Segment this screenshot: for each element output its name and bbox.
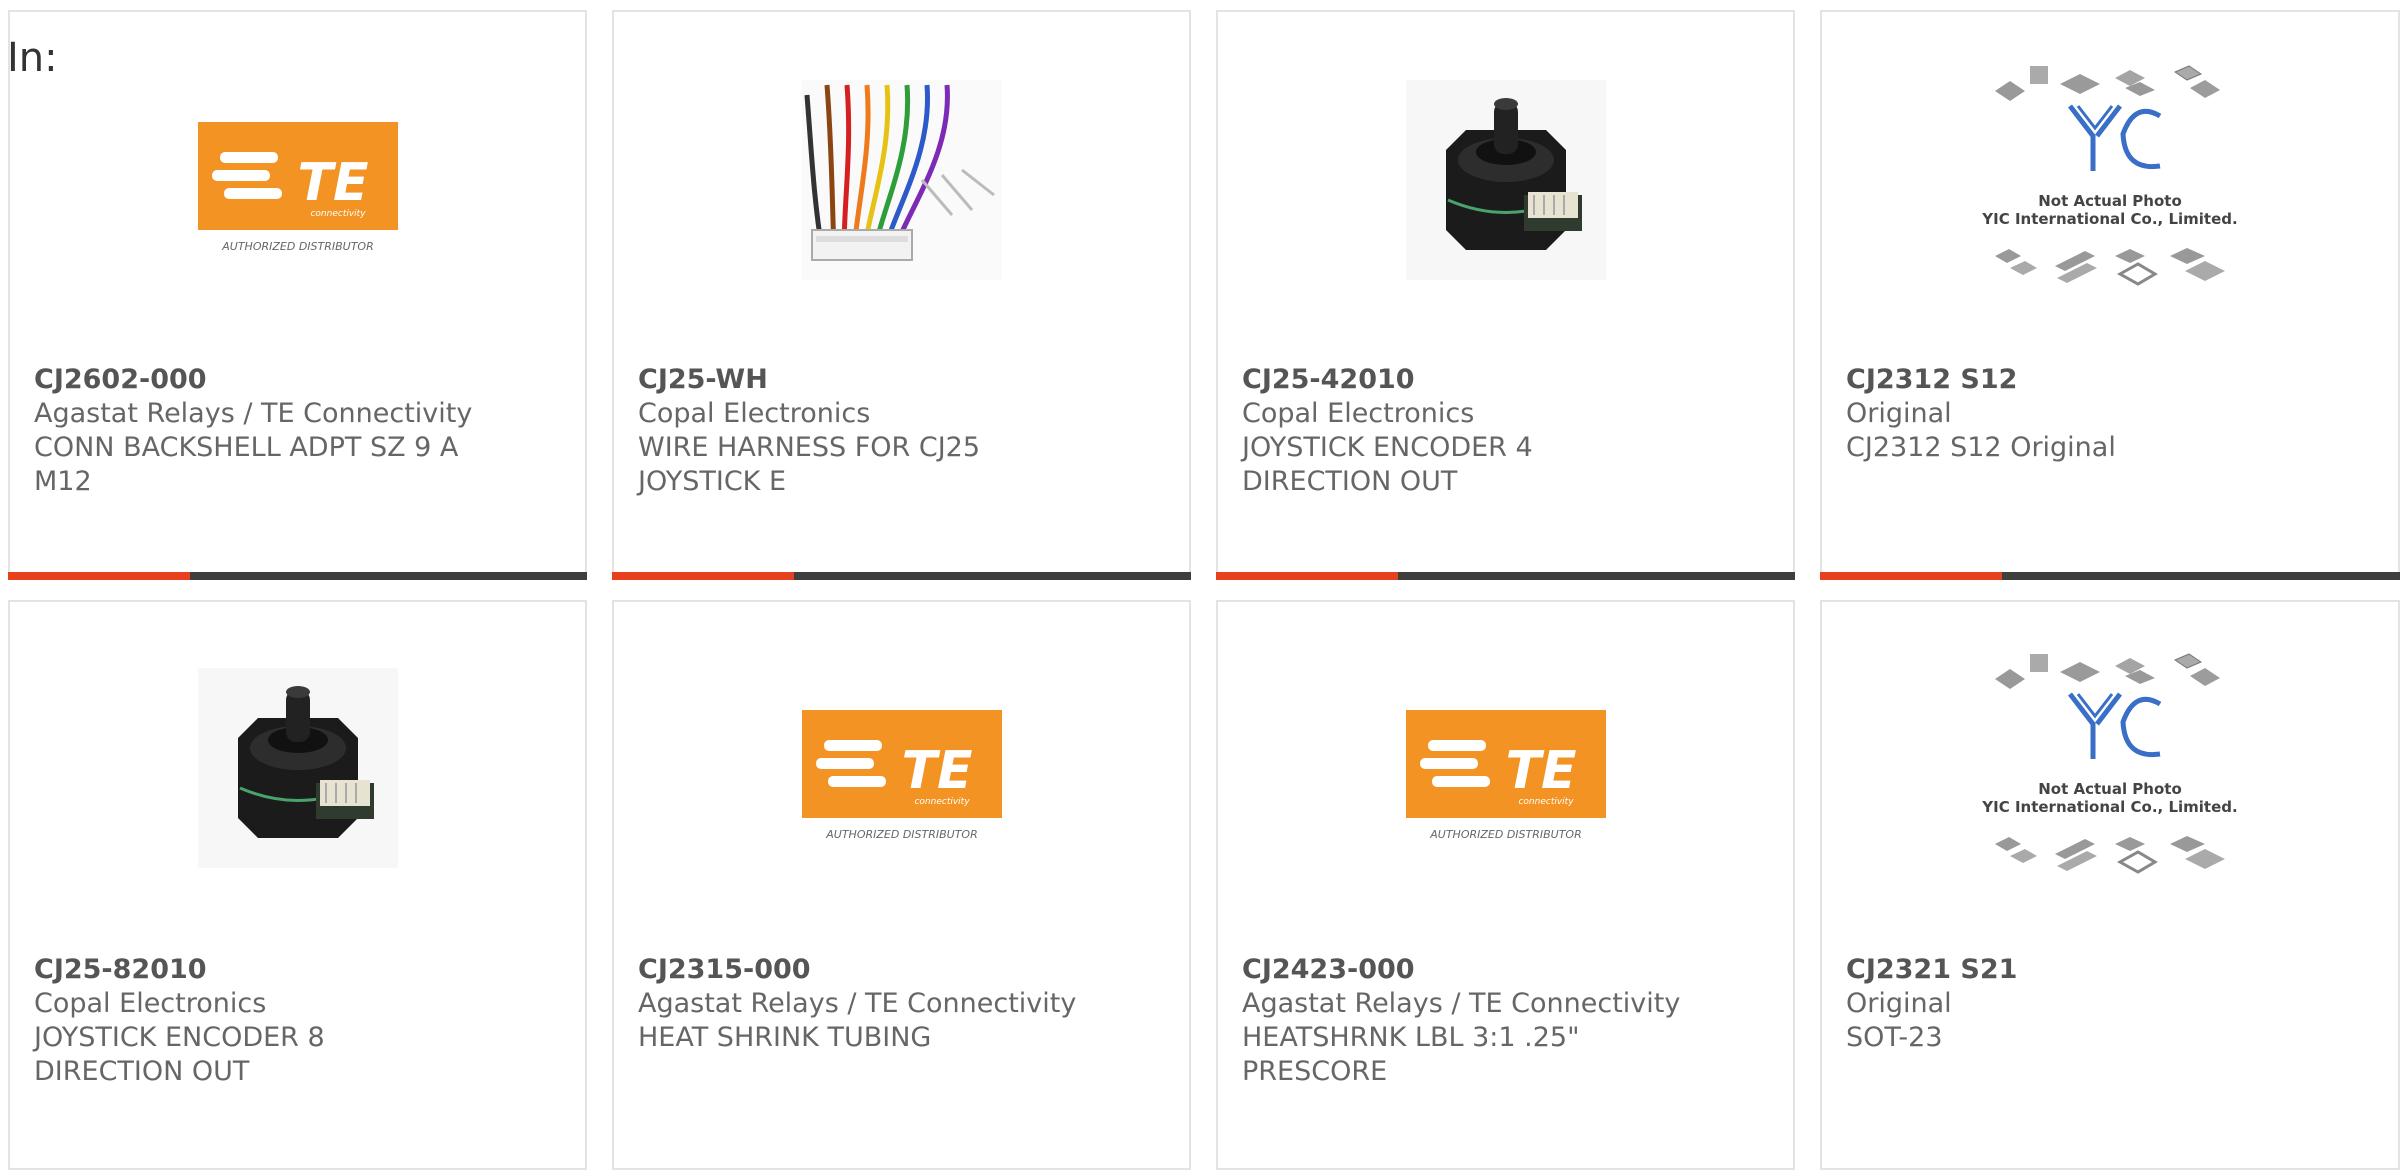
description: DIRECTION OUT <box>1242 466 1458 497</box>
part-number-link[interactable]: CJ2312 S12 <box>1846 363 2374 397</box>
card-divider <box>1216 572 1795 580</box>
description: HEATSHRNK LBL 3:1 .25" <box>1242 1022 1580 1053</box>
product-card[interactable]: CJ25-WH Copal Electronics WIRE HARNESS F… <box>612 10 1191 580</box>
product-image[interactable]: TE connectivity AUTHORIZED DISTRIBUTOR <box>801 668 1002 868</box>
wire-harness-photo <box>801 80 1002 280</box>
manufacturer: Copal Electronics <box>34 988 267 1019</box>
product-card[interactable]: Not Actual Photo YIC International Co., … <box>1820 600 2400 1170</box>
svg-text:YIC International Co., Limited: YIC International Co., Limited. <box>1981 210 2237 228</box>
part-number-link[interactable]: CJ2423-000 <box>1242 953 1769 987</box>
product-card[interactable]: CJ25-42010 Copal Electronics JOYSTICK EN… <box>1216 10 1795 580</box>
svg-text:AUTHORIZED DISTRIBUTOR: AUTHORIZED DISTRIBUTOR <box>1429 828 1582 841</box>
joystick-encoder-photo <box>1405 80 1606 280</box>
part-number-link[interactable]: CJ25-82010 <box>34 953 561 987</box>
svg-text:YIC International Co., Limited: YIC International Co., Limited. <box>1981 798 2237 816</box>
description: JOYSTICK ENCODER 4 <box>1242 432 1533 463</box>
svg-text:connectivity: connectivity <box>310 209 366 219</box>
te-logo: TE connectivity AUTHORIZED DISTRIBUTOR <box>197 122 398 253</box>
filter-label: In: <box>7 35 58 81</box>
part-number-link[interactable]: CJ2321 S21 <box>1846 953 2374 987</box>
card-divider <box>8 572 587 580</box>
manufacturer: Agastat Relays / TE Connectivity <box>34 398 473 429</box>
svg-text:TE: TE <box>297 153 368 213</box>
te-logo: TE connectivity AUTHORIZED DISTRIBUTOR <box>1405 710 1606 841</box>
part-number-link[interactable]: CJ2602-000 <box>34 363 561 397</box>
product-card[interactable]: CJ25-82010 Copal Electronics JOYSTICK EN… <box>8 600 587 1170</box>
joystick-encoder-photo <box>197 668 398 868</box>
manufacturer: Original <box>1846 398 1952 429</box>
product-image[interactable]: Not Actual Photo YIC International Co., … <box>1975 644 2245 894</box>
manufacturer: Agastat Relays / TE Connectivity <box>1242 988 1681 1019</box>
description: SOT-23 <box>1846 1022 1943 1053</box>
manufacturer: Copal Electronics <box>638 398 871 429</box>
product-image[interactable]: TE connectivity AUTHORIZED DISTRIBUTOR <box>197 80 398 280</box>
description: PRESCORE <box>1242 1056 1388 1087</box>
part-number-link[interactable]: CJ2315-000 <box>638 953 1165 987</box>
svg-text:Not Actual Photo: Not Actual Photo <box>2038 780 2182 798</box>
product-card[interactable]: TE connectivity AUTHORIZED DISTRIBUTOR C… <box>1216 600 1795 1170</box>
svg-text:connectivity: connectivity <box>914 797 970 807</box>
manufacturer: Original <box>1846 988 1952 1019</box>
description: JOYSTICK ENCODER 8 <box>34 1022 325 1053</box>
manufacturer: Agastat Relays / TE Connectivity <box>638 988 1077 1019</box>
product-image[interactable]: Not Actual Photo YIC International Co., … <box>1975 56 2245 306</box>
product-image[interactable] <box>1405 80 1606 280</box>
description: WIRE HARNESS FOR CJ25 <box>638 432 981 463</box>
description: M12 <box>34 466 92 497</box>
description: CJ2312 S12 Original <box>1846 432 2116 463</box>
product-image[interactable] <box>197 668 398 868</box>
svg-text:AUTHORIZED DISTRIBUTOR: AUTHORIZED DISTRIBUTOR <box>825 828 978 841</box>
yic-placeholder-image: Not Actual Photo YIC International Co., … <box>1981 653 2238 874</box>
svg-text:TE: TE <box>901 741 972 801</box>
manufacturer: Copal Electronics <box>1242 398 1475 429</box>
product-image[interactable]: TE connectivity AUTHORIZED DISTRIBUTOR <box>1405 668 1606 868</box>
svg-text:Not Actual Photo: Not Actual Photo <box>2038 192 2182 210</box>
product-card[interactable]: TE connectivity AUTHORIZED DISTRIBUTOR C… <box>612 600 1191 1170</box>
product-card[interactable]: TE connectivity AUTHORIZED DISTRIBUTOR C… <box>8 10 587 580</box>
yic-placeholder-image: Not Actual Photo YIC International Co., … <box>1981 65 2238 286</box>
product-image[interactable] <box>801 80 1002 280</box>
card-divider <box>1820 572 2400 580</box>
te-logo: TE connectivity AUTHORIZED DISTRIBUTOR <box>801 710 1002 841</box>
svg-text:TE: TE <box>1505 741 1576 801</box>
card-divider <box>612 572 1191 580</box>
product-card[interactable]: Not Actual Photo YIC International Co., … <box>1820 10 2400 580</box>
svg-text:connectivity: connectivity <box>1518 797 1574 807</box>
description: DIRECTION OUT <box>34 1056 250 1087</box>
part-number-link[interactable]: CJ25-42010 <box>1242 363 1769 397</box>
part-number-link[interactable]: CJ25-WH <box>638 363 1165 397</box>
description: JOYSTICK E <box>638 466 787 497</box>
description: CONN BACKSHELL ADPT SZ 9 A <box>34 432 459 463</box>
svg-text:AUTHORIZED DISTRIBUTOR: AUTHORIZED DISTRIBUTOR <box>221 240 374 253</box>
description: HEAT SHRINK TUBING <box>638 1022 932 1053</box>
